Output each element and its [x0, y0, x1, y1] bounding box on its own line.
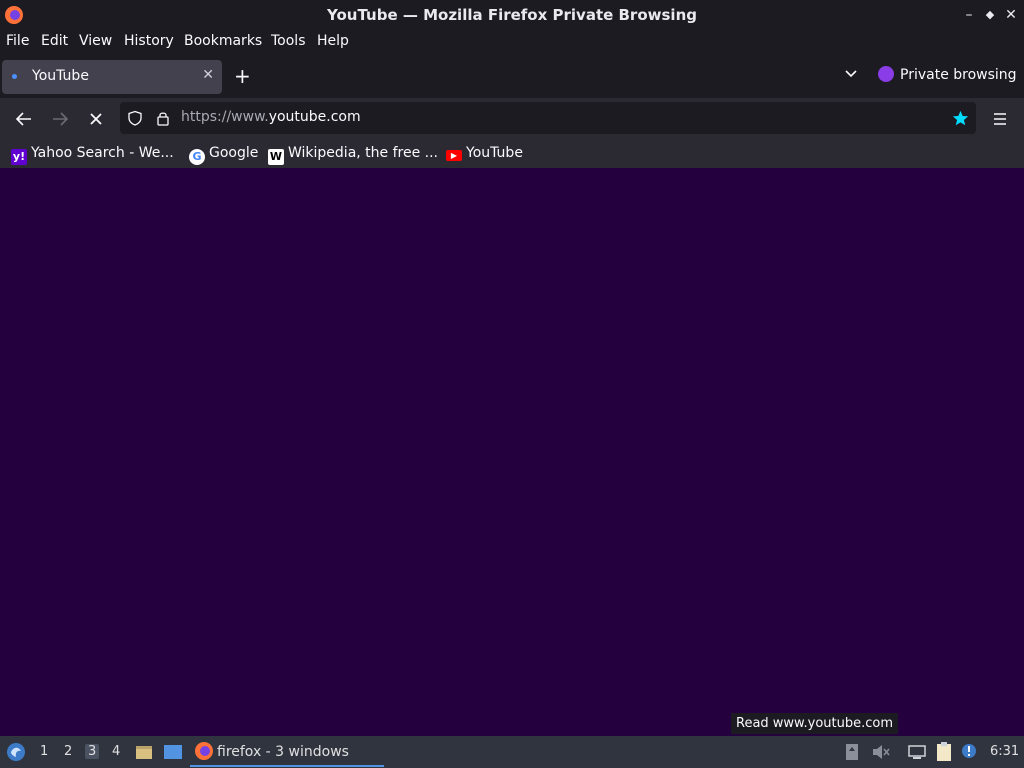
minimize-button[interactable]: –	[960, 6, 978, 24]
forward-arrow-icon[interactable]	[46, 106, 74, 132]
clock[interactable]: 6:31	[990, 744, 1019, 759]
loading-indicator-icon	[12, 74, 17, 79]
youtube-icon: ▶	[446, 150, 462, 161]
menu-history[interactable]: History	[124, 33, 174, 49]
updates-icon[interactable]	[844, 743, 860, 761]
clipboard-icon[interactable]	[934, 741, 954, 763]
page-content[interactable]	[0, 168, 1024, 736]
bookmark-label: Yahoo Search - We...	[31, 145, 174, 161]
bookmark-youtube[interactable]: ▶ YouTube	[446, 145, 523, 161]
tab-youtube[interactable]: YouTube ✕	[2, 60, 222, 94]
yahoo-icon: y!	[11, 149, 27, 165]
menu-file[interactable]: File	[6, 33, 29, 49]
tab-bar: YouTube ✕ + Private browsing	[0, 56, 1024, 98]
window-titlebar: YouTube — Mozilla Firefox Private Browsi…	[0, 0, 1024, 30]
file-manager-icon[interactable]	[134, 742, 154, 762]
bookmark-yahoo[interactable]: y! Yahoo Search - We...	[11, 145, 174, 165]
show-desktop-icon[interactable]	[163, 742, 183, 762]
workspace-4[interactable]: 4	[112, 744, 120, 759]
navigation-toolbar: https://www.youtube.com	[0, 98, 1024, 140]
menubar: File Edit View History Bookmarks Tools H…	[0, 30, 1024, 54]
volume-muted-icon[interactable]	[871, 743, 891, 761]
close-window-button[interactable]: ✕	[1002, 6, 1020, 24]
window-title: YouTube — Mozilla Firefox Private Browsi…	[327, 6, 697, 24]
url-text[interactable]: https://www.youtube.com	[181, 109, 361, 125]
taskbar: 1 2 3 4 firefox - 3 windows 6:31	[0, 736, 1024, 768]
menu-help[interactable]: Help	[317, 33, 349, 49]
bookmark-label: YouTube	[466, 145, 523, 161]
menu-edit[interactable]: Edit	[41, 33, 68, 49]
menu-tools[interactable]: Tools	[271, 33, 306, 49]
bookmark-label: Google	[209, 145, 259, 161]
stop-loading-icon[interactable]	[82, 106, 110, 132]
taskbar-firefox-label: firefox - 3 windows	[217, 744, 349, 760]
workspace-3[interactable]: 3	[85, 744, 100, 759]
private-mask-icon	[878, 66, 894, 82]
private-browsing-indicator: Private browsing	[878, 66, 1017, 83]
bookmarks-toolbar: y! Yahoo Search - We... G Google W Wikipedi…	[0, 140, 1024, 168]
maximize-button[interactable]: ◆	[981, 6, 999, 24]
bookmark-wikipedia[interactable]: W Wikipedia, the free ...	[268, 145, 438, 165]
url-bar[interactable]: https://www.youtube.com	[120, 102, 976, 134]
lock-icon[interactable]	[155, 110, 171, 126]
private-browsing-label: Private browsing	[900, 67, 1017, 83]
start-menu-icon[interactable]	[6, 742, 26, 762]
firefox-icon	[195, 742, 213, 760]
network-icon[interactable]	[907, 743, 927, 761]
wikipedia-icon: W	[268, 149, 284, 165]
google-icon: G	[189, 149, 205, 165]
taskbar-firefox-button[interactable]: firefox - 3 windows	[190, 739, 384, 767]
status-tooltip: Read www.youtube.com	[731, 713, 899, 734]
tab-title: YouTube	[32, 68, 89, 84]
hamburger-menu-icon[interactable]	[986, 106, 1014, 132]
close-tab-icon[interactable]: ✕	[202, 67, 214, 83]
url-host: youtube.com	[268, 109, 361, 125]
tracking-protection-shield-icon[interactable]	[127, 110, 143, 126]
bookmark-label: Wikipedia, the free ...	[288, 145, 439, 161]
list-all-tabs-chevron-down-icon[interactable]	[843, 66, 859, 82]
notification-info-icon[interactable]	[960, 742, 978, 760]
workspace-1[interactable]: 1	[40, 744, 48, 759]
bookmark-google[interactable]: G Google	[189, 145, 258, 165]
new-tab-button[interactable]: +	[234, 64, 251, 88]
back-arrow-icon[interactable]	[10, 106, 38, 132]
bookmark-star-icon[interactable]	[952, 110, 969, 127]
menu-bookmarks[interactable]: Bookmarks	[184, 33, 262, 49]
workspace-2[interactable]: 2	[64, 744, 72, 759]
menu-view[interactable]: View	[79, 33, 112, 49]
url-protocol: https://www.	[181, 109, 269, 125]
